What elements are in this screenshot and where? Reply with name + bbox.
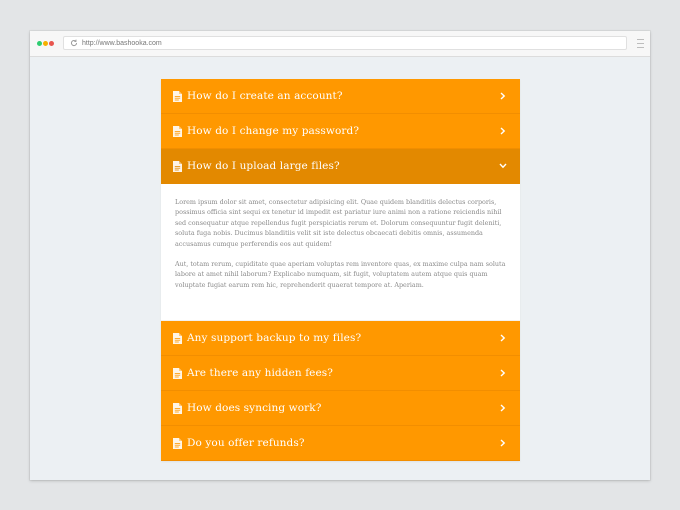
document-icon	[173, 367, 182, 379]
address-bar[interactable]: http://www.bashooka.com	[63, 36, 627, 50]
answer-paragraph: Lorem ipsum dolor sit amet, consectetur …	[175, 198, 502, 248]
document-icon	[173, 125, 182, 137]
faq-item[interactable]: Do you offer refunds?	[161, 426, 520, 461]
chevron-right-icon[interactable]	[498, 91, 508, 101]
url-text[interactable]: http://www.bashooka.com	[82, 40, 162, 47]
faq-item[interactable]: How do I create an account?	[161, 79, 520, 114]
window-minimize-dot[interactable]	[43, 41, 48, 46]
faq-question: How do I change my password?	[187, 125, 360, 137]
faq-item[interactable]: Any support backup to my files?	[161, 321, 520, 356]
faq-question: Are there any hidden fees?	[187, 367, 334, 379]
faq-item[interactable]: Are there any hidden fees?	[161, 356, 520, 391]
chevron-right-icon[interactable]	[498, 126, 508, 136]
chevron-right-icon[interactable]	[498, 333, 508, 343]
faq-item-active[interactable]: How do I upload large files?	[161, 149, 520, 184]
faq-answer: Lorem ipsum dolor sit amet, consectetur …	[161, 184, 520, 321]
chevron-right-icon[interactable]	[498, 438, 508, 448]
faq-question: How do I create an account?	[187, 90, 343, 102]
faq-accordion: How do I create an account? How do I cha…	[161, 79, 520, 461]
document-icon	[173, 160, 182, 172]
document-icon	[173, 90, 182, 102]
faq-question: How do I upload large files?	[187, 160, 340, 172]
document-icon	[173, 402, 182, 414]
browser-window: http://www.bashooka.com How do I create …	[30, 31, 650, 480]
hamburger-menu-icon[interactable]	[637, 39, 644, 48]
chevron-right-icon[interactable]	[498, 403, 508, 413]
faq-item[interactable]: How do I change my password?	[161, 114, 520, 149]
chevron-down-icon[interactable]	[498, 161, 508, 171]
faq-item[interactable]: How does syncing work?	[161, 391, 520, 426]
window-close-dot[interactable]	[49, 41, 54, 46]
chevron-right-icon[interactable]	[498, 368, 508, 378]
answer-paragraph: Aut, totam rerum, cupiditate quae aperia…	[175, 260, 506, 289]
window-maximize-dot[interactable]	[37, 41, 42, 46]
browser-toolbar: http://www.bashooka.com	[30, 31, 650, 57]
document-icon	[173, 437, 182, 449]
reload-icon[interactable]	[69, 39, 78, 48]
faq-question: Do you offer refunds?	[187, 437, 305, 449]
faq-question: How does syncing work?	[187, 402, 322, 414]
faq-question: Any support backup to my files?	[187, 332, 362, 344]
document-icon	[173, 332, 182, 344]
